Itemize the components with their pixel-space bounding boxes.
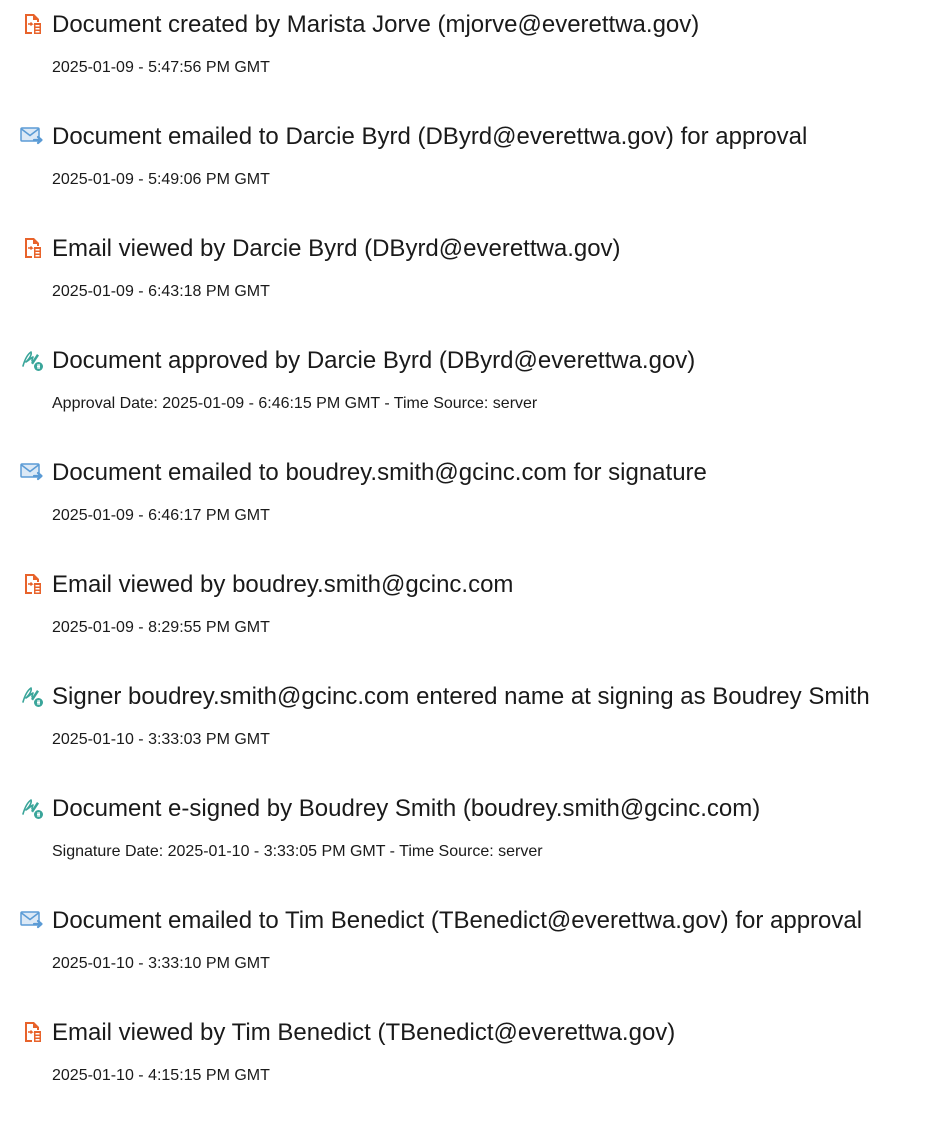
audit-event: Signer boudrey.smith@gcinc.com entered n… [0, 682, 951, 792]
document-viewed-icon [20, 1020, 44, 1044]
audit-event: Email viewed by boudrey.smith@gcinc.com … [0, 570, 951, 680]
audit-event-list: Document created by Marista Jorve (mjorv… [0, 0, 951, 1110]
audit-event: Document emailed to boudrey.smith@gcinc.… [0, 458, 951, 568]
event-timestamp: 2025-01-09 - 8:29:55 PM GMT [52, 619, 270, 636]
event-timestamp: 2025-01-09 - 6:46:17 PM GMT [52, 507, 270, 524]
signature-icon [20, 348, 44, 372]
audit-event: Document created by Marista Jorve (mjorv… [0, 10, 951, 120]
event-timestamp: 2025-01-09 - 5:49:06 PM GMT [52, 171, 270, 188]
document-viewed-icon [20, 236, 44, 260]
event-description: Document emailed to boudrey.smith@gcinc.… [52, 459, 707, 486]
audit-event: Document emailed to Darcie Byrd (DByrd@e… [0, 122, 951, 232]
audit-event: Email viewed by Tim Benedict (TBenedict@… [0, 1018, 951, 1128]
event-description: Email viewed by Tim Benedict (TBenedict@… [52, 1019, 676, 1046]
email-sent-icon [20, 908, 44, 932]
event-timestamp: 2025-01-10 - 3:33:03 PM GMT [52, 731, 270, 748]
event-description: Signer boudrey.smith@gcinc.com entered n… [52, 683, 870, 710]
event-description: Email viewed by Darcie Byrd (DByrd@evere… [52, 235, 621, 262]
event-description: Email viewed by boudrey.smith@gcinc.com [52, 571, 514, 598]
signature-icon [20, 684, 44, 708]
audit-event: Document approved by Darcie Byrd (DByrd@… [0, 346, 951, 456]
audit-event: Document emailed to Tim Benedict (TBened… [0, 906, 951, 1016]
email-sent-icon [20, 124, 44, 148]
event-timestamp: 2025-01-09 - 5:47:56 PM GMT [52, 59, 270, 76]
audit-event: Document e-signed by Boudrey Smith (boud… [0, 794, 951, 904]
signature-icon [20, 796, 44, 820]
audit-event: Email viewed by Darcie Byrd (DByrd@evere… [0, 234, 951, 344]
event-description: Document emailed to Tim Benedict (TBened… [52, 907, 863, 934]
email-sent-icon [20, 460, 44, 484]
event-timestamp: 2025-01-09 - 6:43:18 PM GMT [52, 283, 270, 300]
event-description: Document approved by Darcie Byrd (DByrd@… [52, 347, 696, 374]
event-timestamp: Signature Date: 2025-01-10 - 3:33:05 PM … [52, 843, 543, 860]
event-timestamp: 2025-01-10 - 3:33:10 PM GMT [52, 955, 270, 972]
event-timestamp: 2025-01-10 - 4:15:15 PM GMT [52, 1067, 270, 1084]
event-description: Document emailed to Darcie Byrd (DByrd@e… [52, 123, 808, 150]
event-description: Document created by Marista Jorve (mjorv… [52, 11, 700, 38]
document-created-icon [20, 12, 44, 36]
event-timestamp: Approval Date: 2025-01-09 - 6:46:15 PM G… [52, 395, 538, 412]
event-description: Document e-signed by Boudrey Smith (boud… [52, 795, 761, 822]
document-viewed-icon [20, 572, 44, 596]
